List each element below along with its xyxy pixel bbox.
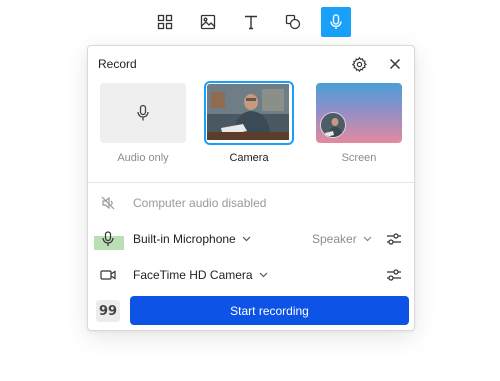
speaker-label: Speaker	[312, 232, 357, 246]
panel-title: Record	[98, 57, 137, 71]
microphone-settings-button[interactable]	[385, 230, 403, 248]
text-tool-button[interactable]	[236, 7, 266, 37]
screen-thumbnail	[316, 83, 402, 143]
audio-only-option[interactable]: Audio only	[100, 83, 186, 164]
camera-row: FaceTime HD Camera	[88, 260, 414, 290]
close-icon	[390, 59, 400, 69]
sliders-icon	[387, 233, 401, 245]
screen-option[interactable]: Screen	[316, 83, 402, 164]
speaker-select[interactable]: Speaker	[312, 232, 372, 246]
frames-icon	[157, 14, 173, 30]
start-recording-button[interactable]: Start recording	[130, 296, 409, 325]
camera-label: Camera	[229, 152, 269, 164]
microphone-icon	[137, 104, 149, 121]
shapes-icon	[285, 14, 301, 30]
record-tool-button[interactable]	[321, 7, 351, 37]
divider	[88, 182, 414, 183]
microphone-label: Built-in Microphone	[133, 232, 236, 246]
camera-select[interactable]: FaceTime HD Camera	[133, 268, 268, 282]
camera-preview-image	[207, 84, 289, 140]
image-tool-button[interactable]	[193, 7, 223, 37]
text-icon	[245, 15, 257, 30]
screen-label: Screen	[341, 152, 377, 164]
gear-icon	[351, 56, 367, 72]
chevron-down-icon	[259, 272, 268, 278]
camera-settings-button[interactable]	[385, 266, 403, 284]
sliders-icon	[387, 269, 401, 281]
close-button[interactable]	[385, 54, 405, 74]
audio-only-thumbnail	[100, 83, 186, 143]
camera-option[interactable]: Camera	[204, 81, 294, 164]
frames-tool-button[interactable]	[150, 7, 180, 37]
settings-button[interactable]	[349, 54, 369, 74]
audio-only-label: Audio only	[117, 152, 169, 164]
record-panel: Record Audio only Camera Screen Computer…	[87, 45, 415, 331]
speaker-muted-icon	[96, 191, 120, 215]
microphone-row: Built-in Microphone Speaker	[88, 224, 414, 254]
quote-button[interactable]: 99	[96, 300, 120, 322]
chevron-down-icon	[363, 236, 372, 242]
camera-device-label: FaceTime HD Camera	[133, 268, 253, 282]
chevron-down-icon	[242, 236, 251, 242]
image-icon	[200, 14, 216, 30]
computer-audio-label: Computer audio disabled	[133, 196, 267, 210]
microphone-icon	[96, 227, 120, 251]
microphone-icon	[330, 14, 342, 29]
screen-camera-bubble	[320, 112, 346, 138]
microphone-select[interactable]: Built-in Microphone	[133, 232, 251, 246]
camera-thumbnail	[204, 81, 294, 145]
top-toolbar	[149, 7, 355, 37]
video-camera-icon	[96, 263, 120, 287]
computer-audio-row[interactable]: Computer audio disabled	[88, 188, 414, 218]
shapes-tool-button[interactable]	[278, 7, 308, 37]
